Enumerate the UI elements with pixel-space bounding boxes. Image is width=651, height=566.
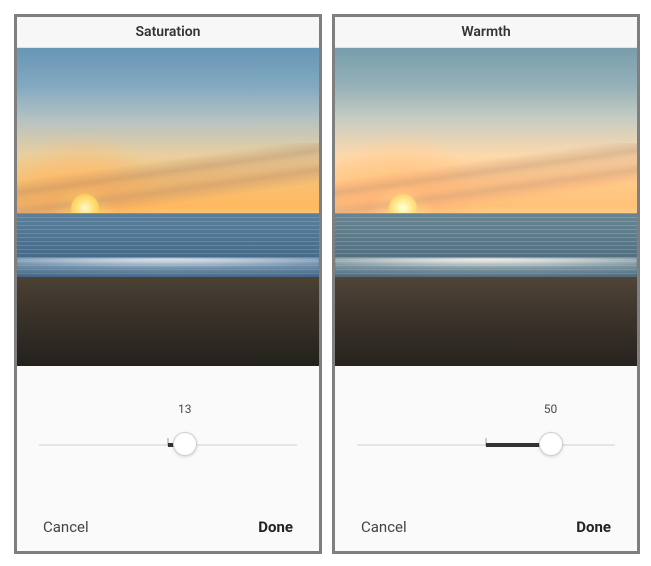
done-button[interactable]: Done [576,518,611,536]
controls-area: 13 Cancel Done [17,366,319,551]
adjust-slider[interactable]: 50 [357,424,615,464]
adjust-slider[interactable]: 13 [39,424,297,464]
slider-thumb[interactable] [173,432,197,456]
editor-panel-saturation: Saturation 13 Cancel Done [14,14,322,554]
photo-preview [335,48,637,366]
panel-title: Warmth [335,17,637,48]
slider-value-label: 13 [178,402,192,416]
slider-thumb[interactable] [539,432,563,456]
done-button[interactable]: Done [258,518,293,536]
action-bar: Cancel Done [335,503,637,551]
action-bar: Cancel Done [17,503,319,551]
photo-preview [17,48,319,366]
controls-area: 50 Cancel Done [335,366,637,551]
cancel-button[interactable]: Cancel [361,518,407,536]
slider-value-label: 50 [544,402,558,416]
editor-panel-warmth: Warmth 50 Cancel Done [332,14,640,554]
cancel-button[interactable]: Cancel [43,518,89,536]
panel-title: Saturation [17,17,319,48]
